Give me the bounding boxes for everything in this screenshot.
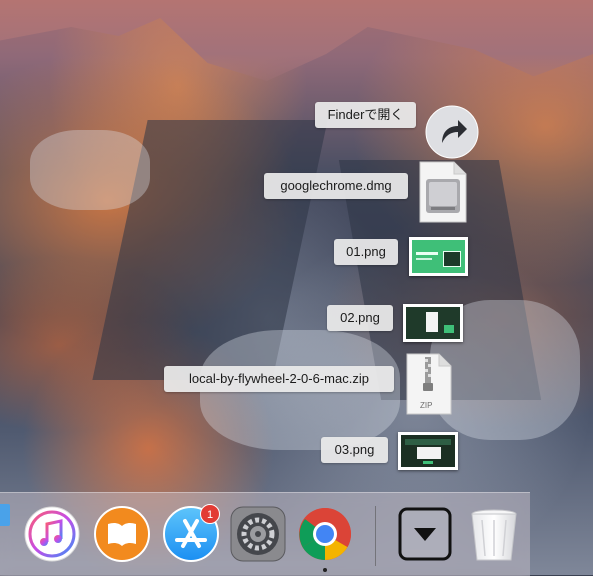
chrome-icon[interactable] xyxy=(297,506,353,562)
stack-item-label: local-by-flywheel-2-0-6-mac.zip xyxy=(164,366,394,392)
stack-item-label: googlechrome.dmg xyxy=(264,173,408,199)
stack-item-label: 01.png xyxy=(334,239,398,265)
snowfield xyxy=(30,130,150,210)
itunes-icon[interactable] xyxy=(24,506,80,562)
downloads-stack-icon[interactable] xyxy=(397,506,453,562)
png-thumbnail[interactable] xyxy=(398,432,458,470)
running-indicator xyxy=(323,568,327,572)
stack-item-label: 02.png xyxy=(327,305,393,331)
trash-icon[interactable] xyxy=(466,506,522,562)
sky xyxy=(0,0,593,81)
stack-item-label: 03.png xyxy=(321,437,388,463)
ibooks-icon[interactable] xyxy=(94,506,150,562)
png-thumbnail[interactable] xyxy=(409,237,468,276)
disk-image-icon[interactable] xyxy=(418,161,468,223)
finder-icon[interactable] xyxy=(0,504,10,526)
zip-label: ZIP xyxy=(420,401,433,410)
desktop-wallpaper xyxy=(0,0,593,575)
arrow-icon[interactable] xyxy=(425,105,479,159)
png-thumbnail[interactable] xyxy=(403,304,463,342)
app-store-badge: 1 xyxy=(200,504,220,524)
system-preferences-icon[interactable] xyxy=(230,506,286,562)
stack-item-label: Finderで開く xyxy=(315,102,416,128)
dock-divider xyxy=(375,506,376,566)
